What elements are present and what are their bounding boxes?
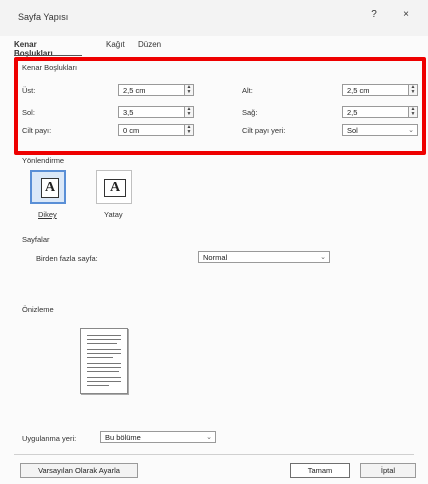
portrait-label: Dikey xyxy=(38,210,57,219)
window-title: Sayfa Yapısı xyxy=(18,12,69,22)
portrait-button[interactable]: A xyxy=(30,170,66,204)
highlight-box xyxy=(14,57,426,155)
set-as-default-button[interactable]: Varsayılan Olarak Ayarla xyxy=(20,463,138,478)
landscape-label: Yatay xyxy=(104,210,123,219)
tab-paper[interactable]: Kağıt xyxy=(106,40,125,49)
page-preview xyxy=(80,328,128,394)
multiple-pages-label: Birden fazla sayfa: xyxy=(36,254,98,263)
page-setup-dialog: Sayfa Yapısı ? × Kenar Boşlukları Kağıt … xyxy=(0,0,428,484)
chevron-down-icon: ⌄ xyxy=(320,254,326,261)
landscape-page-icon: A xyxy=(104,179,126,197)
pages-section-title: Sayfalar xyxy=(22,235,50,244)
chevron-down-icon: ⌄ xyxy=(206,434,212,441)
title-bar: Sayfa Yapısı ? × xyxy=(0,0,428,36)
preview-section-title: Önizleme xyxy=(22,305,54,314)
tab-layout[interactable]: Düzen xyxy=(138,40,161,49)
landscape-button[interactable]: A xyxy=(96,170,132,204)
active-tab-indicator xyxy=(14,55,82,56)
portrait-page-icon: A xyxy=(41,178,59,198)
cancel-button[interactable]: İptal xyxy=(360,463,416,478)
apply-to-select[interactable]: Bu bölüme ⌄ xyxy=(100,431,216,443)
divider xyxy=(14,454,414,455)
apply-to-label: Uygulanma yeri: xyxy=(22,434,77,443)
help-icon[interactable]: ? xyxy=(364,9,384,25)
orientation-section-title: Yönlendirme xyxy=(22,156,65,165)
ok-button[interactable]: Tamam xyxy=(290,463,350,478)
close-icon[interactable]: × xyxy=(396,9,416,25)
multiple-pages-select[interactable]: Normal ⌄ xyxy=(198,251,330,263)
